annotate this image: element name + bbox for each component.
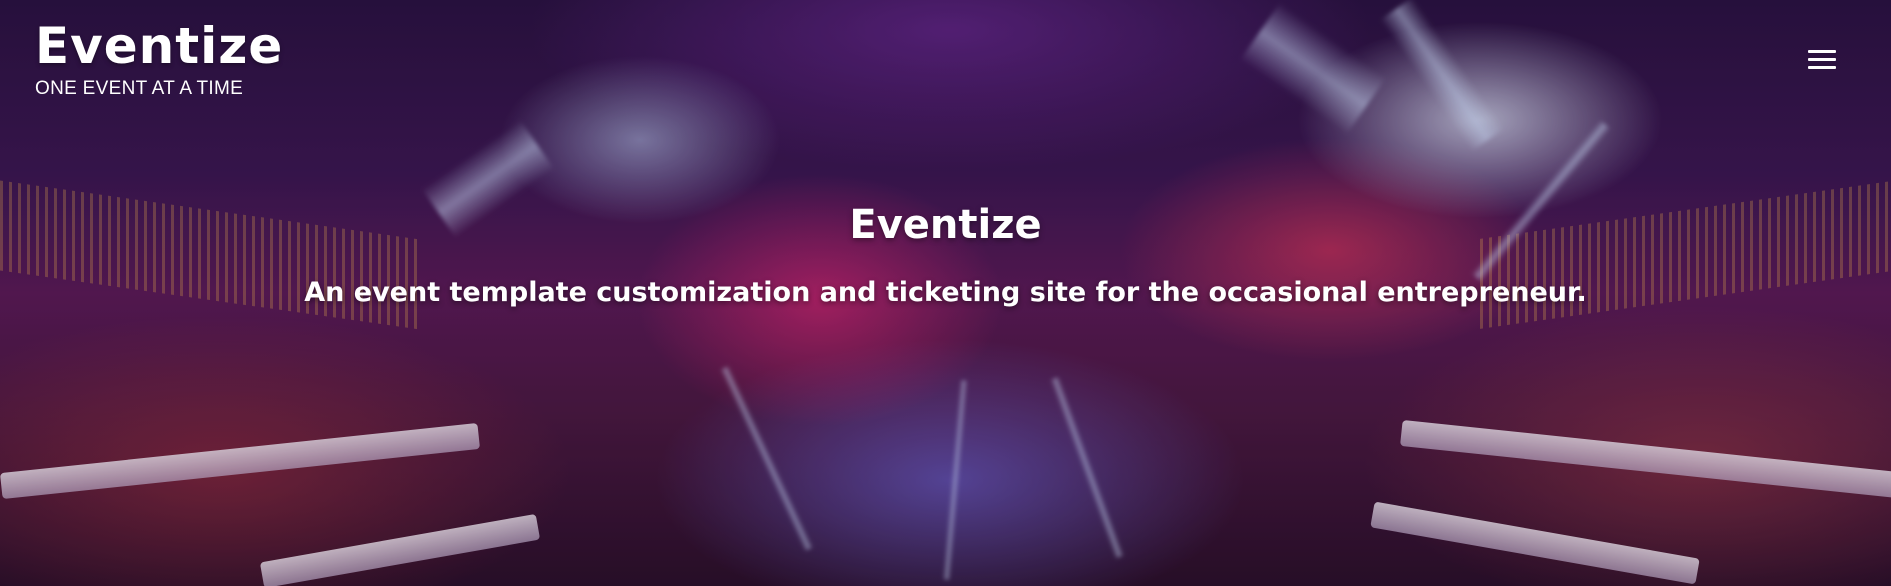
hero-title: Eventize bbox=[849, 202, 1042, 248]
hamburger-menu-icon[interactable] bbox=[1806, 50, 1838, 74]
brand-title: Eventize bbox=[35, 17, 284, 75]
brand-tagline: ONE EVENT AT A TIME bbox=[35, 78, 244, 99]
menu-bar bbox=[1808, 66, 1836, 69]
menu-bar bbox=[1808, 50, 1836, 53]
hero-subtitle: An event template customization and tick… bbox=[304, 277, 1587, 308]
hero-section: Eventize ONE EVENT AT A TIME Eventize An… bbox=[0, 0, 1891, 586]
menu-bar bbox=[1808, 58, 1836, 61]
brand-logo-link[interactable]: Eventize ONE EVENT AT A TIME bbox=[35, 16, 283, 100]
hero-content: Eventize An event template customization… bbox=[0, 200, 1891, 310]
